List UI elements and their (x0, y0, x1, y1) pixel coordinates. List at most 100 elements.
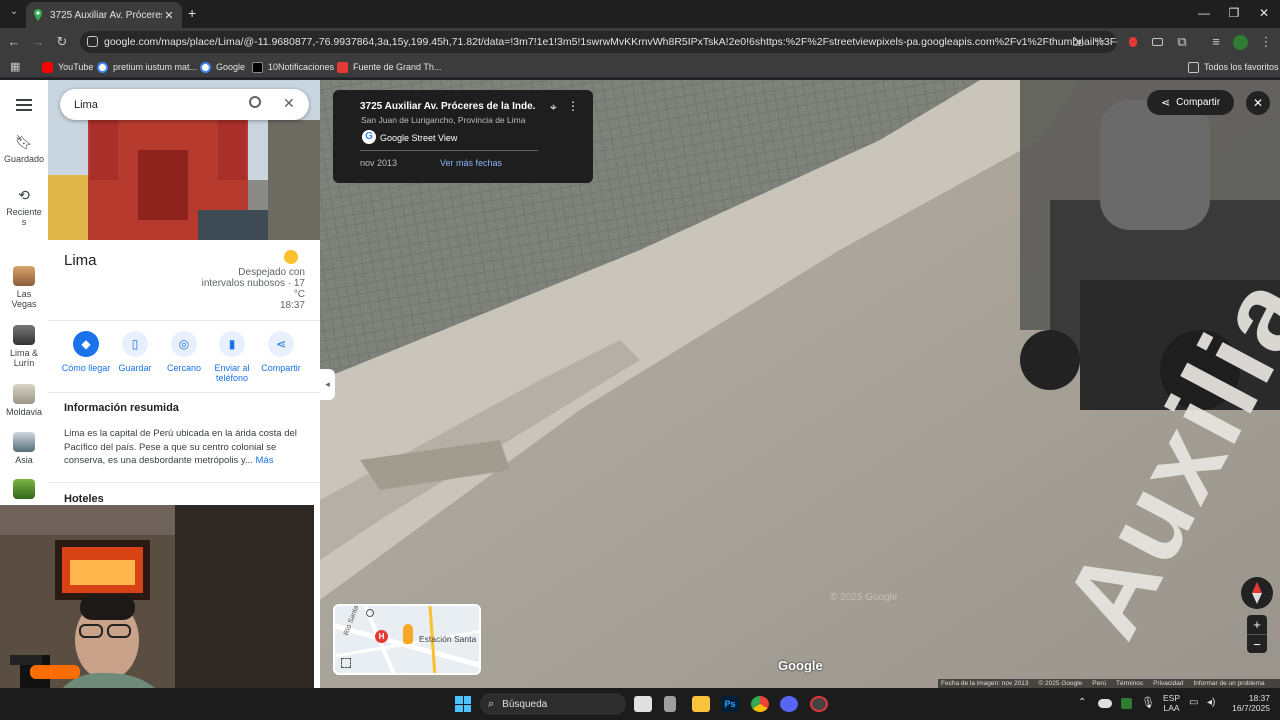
chrome-icon[interactable] (751, 696, 769, 712)
taskbar-search[interactable]: ⌕ Búsqueda (480, 693, 626, 715)
photoshop-icon[interactable]: Ps (721, 696, 739, 712)
country-link[interactable]: Perú (1092, 680, 1106, 687)
bookmark-pretium[interactable]: pretium iustum mat... (97, 59, 197, 75)
zoom-controls: + − (1247, 615, 1267, 653)
bookmark-icon: 🔖︎ (15, 134, 33, 150)
address-bar[interactable]: google.com/maps/place/Lima/@-11.9680877,… (80, 31, 1117, 53)
directions-button[interactable]: ◆ Cómo llegar (59, 331, 113, 373)
google-logo: Google (778, 658, 823, 673)
expand-minimap-icon[interactable] (341, 658, 351, 668)
extensions-icon[interactable]: ⧉ (1172, 34, 1192, 50)
search-box[interactable]: Lima ✕ (60, 89, 309, 120)
extension-card-icon[interactable] (1152, 38, 1163, 46)
recent-place-thumbnail[interactable] (13, 479, 35, 499)
place-thumbnail (13, 266, 35, 286)
back-icon[interactable]: ← (4, 34, 24, 49)
bookmark-fuente[interactable]: Fuente de Grand Th... (337, 59, 441, 75)
microphone-icon[interactable]: 🎙︎ (1141, 696, 1155, 709)
save-button[interactable]: ▯ Guardar (108, 331, 162, 373)
restore-icon[interactable]: ❐ (1218, 6, 1250, 20)
x-logo-icon (252, 61, 263, 73)
sv-divider (360, 150, 538, 151)
pegman-icon[interactable] (403, 624, 413, 644)
watermark-text: © 2025 Google (830, 592, 898, 603)
recent-nav[interactable]: ⟲ Reciente s (0, 187, 48, 227)
file-explorer-icon[interactable] (692, 696, 710, 712)
summary-text: Lima es la capital de Perú ubicada en la… (64, 428, 297, 466)
tab-search-icon[interactable]: ⌄ (6, 6, 22, 22)
sv-source: Google Street View (380, 133, 458, 143)
place-thumbnail (13, 384, 35, 404)
tab-close-icon[interactable]: ✕ (162, 9, 176, 22)
recent-place-moldavia[interactable]: Moldavia (0, 384, 48, 417)
weather-info: Despejado con intervalos nubosos · 17 °C… (201, 267, 305, 311)
clock[interactable]: 18:37 16/7/2025 (1226, 693, 1270, 713)
privacy-link[interactable]: Privacidad (1153, 680, 1183, 687)
close-street-view-icon[interactable]: ✕ (1246, 91, 1270, 115)
app-icon[interactable] (664, 696, 676, 712)
apps-grid-icon[interactable]: ▦ (10, 60, 24, 74)
place-thumbnail (13, 325, 35, 345)
menu-kebab-icon[interactable]: ⋮ (1256, 34, 1276, 50)
hamburger-menu-icon[interactable] (16, 99, 32, 111)
search-icon[interactable] (249, 96, 261, 108)
recent-place-asia[interactable]: Asia (0, 432, 48, 465)
nearby-button[interactable]: ◎ Cercano (157, 331, 211, 373)
network-icon[interactable]: ▭ (1189, 697, 1198, 708)
panel-edge (314, 505, 320, 688)
saved-nav[interactable]: 🔖︎ Guardado (0, 134, 48, 164)
search-icon: ⌕ (488, 697, 495, 710)
zoom-out-icon[interactable]: − (1247, 634, 1267, 653)
forward-icon[interactable]: → (28, 34, 48, 49)
bookmark-youtube[interactable]: YouTube (42, 59, 93, 75)
minimap[interactable]: Río Santa H Estación Santa (333, 604, 481, 675)
recent-place-las-vegas[interactable]: Las Vegas (0, 266, 48, 309)
share-icon: ⋖ (1160, 97, 1171, 109)
collapse-panel-icon[interactable]: ◂ (320, 369, 335, 400)
bookmark-google[interactable]: Google (200, 59, 245, 75)
onedrive-icon[interactable] (1098, 699, 1112, 708)
google-icon (200, 61, 211, 73)
minimap-layer-icon[interactable] (366, 609, 374, 617)
more-dates-link[interactable]: Ver más fechas (440, 158, 502, 168)
reload-icon[interactable]: ↻ (52, 34, 72, 50)
clear-search-icon[interactable]: ✕ (283, 95, 295, 112)
all-bookmarks[interactable]: Todos los favoritos (1188, 59, 1279, 75)
windows-start-icon[interactable] (455, 696, 471, 712)
recent-place-lima-lurin[interactable]: Lima & Lurín (0, 325, 48, 368)
location-pin-icon[interactable]: ⌖ (550, 100, 557, 115)
new-tab-icon[interactable]: + (188, 5, 196, 21)
sv-district: San Juan de Lurigancho, Provincia de Lim… (361, 115, 526, 125)
bookmark-x[interactable]: 10Notificaciones (252, 59, 334, 75)
report-problem-link[interactable]: Informar de un problema (1193, 680, 1264, 687)
sv-more-icon[interactable]: ⋮ (567, 99, 579, 113)
task-view-icon[interactable] (634, 696, 652, 712)
discord-icon[interactable] (780, 696, 798, 712)
compass-icon[interactable] (1241, 577, 1273, 609)
share-button[interactable]: ⋖ Compartir (1147, 90, 1234, 115)
close-window-icon[interactable]: ✕ (1248, 6, 1280, 20)
volume-icon[interactable]: ◂) (1207, 697, 1215, 708)
extension-red-icon[interactable] (1129, 37, 1137, 47)
browser-tab[interactable]: 3725 Auxiliar Av. Próceres de la ✕ (26, 2, 182, 28)
media-icon[interactable]: ≡ (1206, 34, 1226, 49)
tray-app-icon[interactable] (1121, 698, 1132, 709)
install-app-icon[interactable]: ⇲ (1068, 34, 1088, 50)
more-link[interactable]: Más (256, 455, 274, 466)
terms-link[interactable]: Términos (1116, 680, 1143, 687)
zoom-in-icon[interactable]: + (1247, 615, 1267, 634)
profile-avatar[interactable] (1233, 35, 1248, 50)
weather-sun-icon (284, 250, 298, 264)
bookmark-star-icon[interactable]: ☆ (1090, 34, 1110, 50)
steam-icon[interactable] (810, 696, 828, 712)
tray-overflow-icon[interactable]: ⌃ (1078, 697, 1086, 708)
search-input[interactable]: Lima (74, 99, 98, 111)
minimize-icon[interactable]: — (1188, 6, 1220, 20)
site-info-icon[interactable] (87, 36, 98, 47)
share-icon: ⋖ (268, 331, 294, 357)
send-to-phone-button[interactable]: ▮ Enviar al teléfono (205, 331, 259, 383)
language-indicator[interactable]: ESP LAA (1163, 693, 1180, 713)
folder-icon (1188, 61, 1199, 73)
share-place-button[interactable]: ⋖ Compartir (254, 331, 308, 373)
map-footer: Fecha de la imagen: nov 2013 © 2025 Goog… (938, 679, 1280, 688)
